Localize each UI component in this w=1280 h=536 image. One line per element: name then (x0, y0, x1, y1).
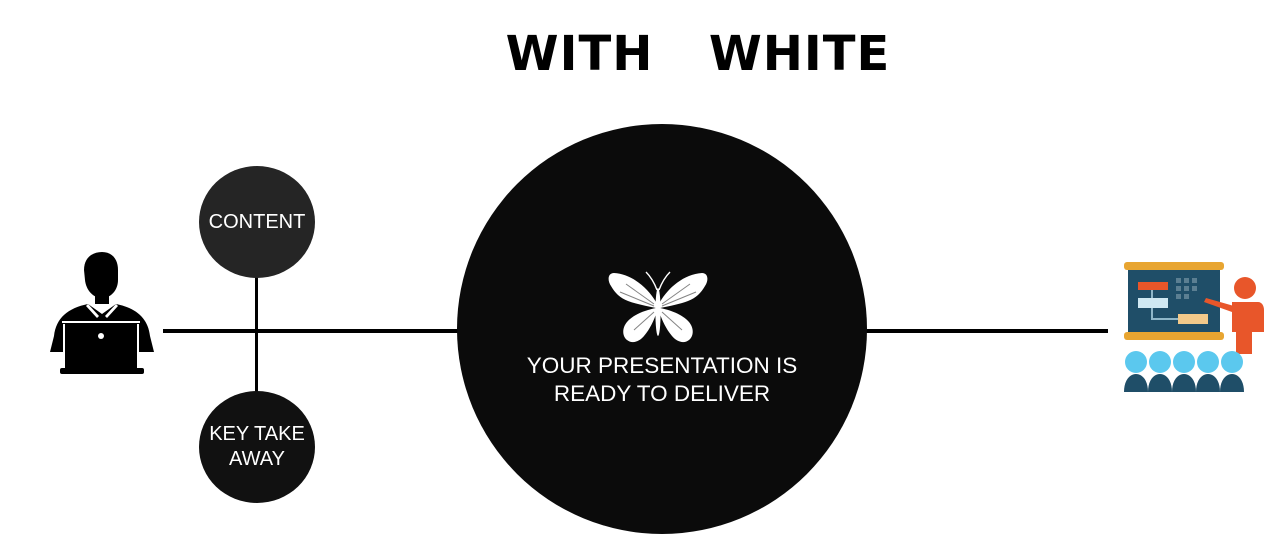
butterfly-icon (608, 271, 708, 343)
person-laptop-icon (50, 252, 154, 374)
key-takeaway-node: KEY TAKE AWAY (199, 391, 315, 503)
vertical-connector-line (255, 262, 258, 408)
center-label: YOUR PRESENTATION IS READY TO DELIVER (526, 353, 798, 406)
content-node: CONTENT (199, 166, 315, 278)
key-takeaway-label: KEY TAKE AWAY (209, 423, 305, 470)
center-node: YOUR PRESENTATION IS READY TO DELIVER (457, 124, 867, 534)
content-label: CONTENT (208, 210, 306, 233)
left-connector-line (163, 329, 463, 333)
presenter-audience-icon (1124, 262, 1264, 392)
right-connector-line (862, 329, 1108, 333)
page-title: WITH WHITE (505, 26, 891, 82)
